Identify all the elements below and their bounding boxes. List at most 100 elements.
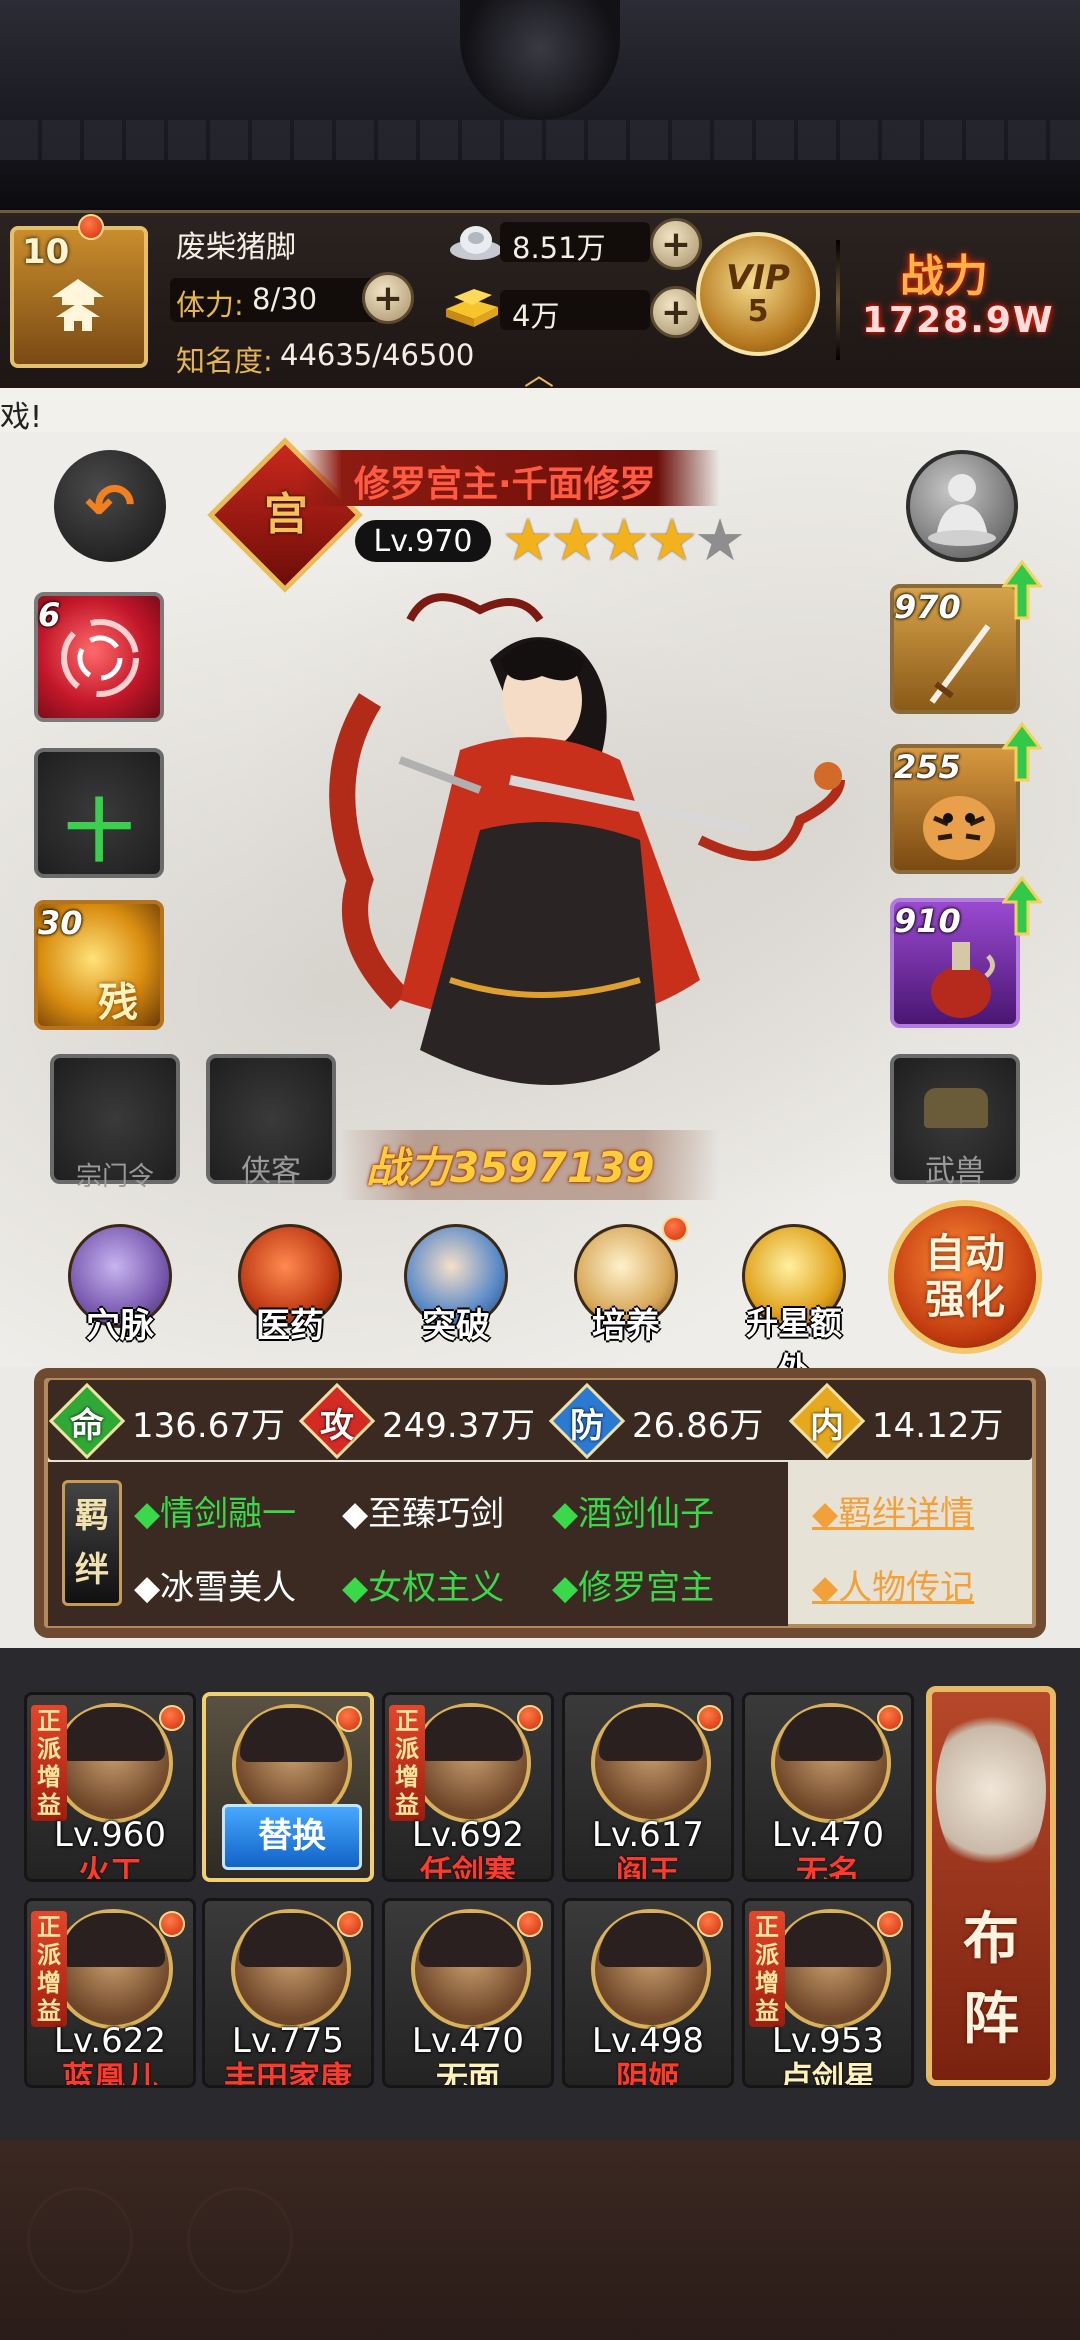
diamond-bullet-icon: ◆: [134, 1568, 161, 1608]
auto-enhance-button[interactable]: 自动强化: [888, 1200, 1042, 1354]
tiger-icon: [923, 796, 995, 860]
faction-buff-tag: 正派增益: [389, 1705, 425, 1821]
defense-value: 26.86万: [632, 1406, 764, 1446]
roster-name: 阴姬: [615, 2059, 680, 2088]
back-button[interactable]: ↶: [54, 450, 166, 562]
fame-value: 44635/46500: [280, 338, 475, 372]
announcement-text: 戏!: [0, 400, 43, 435]
roster-card[interactable]: Lv.775 丰田家康: [202, 1898, 374, 2088]
roster-name: 任剑寒: [419, 1853, 516, 1882]
notify-dot: [517, 1911, 543, 1937]
swirl-skill-icon: [61, 619, 139, 697]
add-gold-button[interactable]: +: [650, 286, 702, 338]
companion-label: 侠客: [241, 1154, 301, 1189]
meridian-button[interactable]: 穴脉: [60, 1224, 180, 1347]
roster-card[interactable]: Lv.470 无名: [742, 1692, 914, 1882]
roster-card[interactable]: Lv.498 阴姬: [562, 1898, 734, 2088]
roster-name: 无名: [795, 1853, 860, 1882]
star-up-button[interactable]: 升星额外: [734, 1224, 854, 1390]
skill-slot-1[interactable]: 6: [34, 592, 164, 722]
auto-enhance-label: 自动强化: [925, 1231, 1005, 1323]
roster-name: 无面: [435, 2059, 500, 2088]
stamina-label: 体力:: [176, 288, 244, 322]
silver-value: 8.51万: [512, 231, 606, 265]
hp-char: 命: [70, 1406, 104, 1446]
weapon-slot[interactable]: 970: [890, 584, 1020, 714]
upgrade-arrow-icon: [1002, 560, 1042, 620]
roster-card[interactable]: 替换: [202, 1692, 374, 1882]
roster-card[interactable]: Lv.617 阎王: [562, 1692, 734, 1882]
add-plus-icon: 十: [64, 793, 133, 872]
training-button[interactable]: 培养: [566, 1216, 688, 1347]
diamond-bullet-icon: ◆: [342, 1494, 369, 1534]
roster-name: 阎王: [615, 1853, 680, 1882]
diamond-bullet-icon: ◆: [812, 1494, 839, 1534]
treasure-slot[interactable]: 910: [890, 898, 1020, 1028]
bond-item[interactable]: ◆冰雪美人: [134, 1560, 296, 1609]
notify-dot: [697, 1911, 723, 1937]
skill-slot-3[interactable]: 30 残: [34, 900, 164, 1030]
sect-token-label: 宗门令: [75, 1162, 154, 1192]
notify-dot: [159, 1911, 185, 1937]
hero-name: 修罗宫主·千面修罗: [354, 464, 656, 505]
fragment-label: 残: [98, 980, 138, 1026]
bond-item[interactable]: ◆修罗宫主: [552, 1560, 714, 1609]
roster-card[interactable]: Lv.470 无面: [382, 1898, 554, 2088]
skill-slot-level: 30: [38, 904, 83, 942]
roster-grid: 正派增益 Lv.960 火工 替换 正派增益 Lv.692 任剑寒 Lv.617 阎王 Lv.47…: [0, 1648, 1080, 2140]
hero-battle-power: 战力3597139: [366, 1143, 655, 1192]
add-skill-slot[interactable]: 十: [34, 748, 164, 878]
hero-character-art: [329, 593, 845, 1085]
silver-icon: [450, 226, 502, 260]
defense-char: 防: [570, 1406, 604, 1446]
roster-card[interactable]: 正派增益 Lv.622 蓝凰儿: [24, 1898, 196, 2088]
diamond-bullet-icon: ◆: [342, 1568, 369, 1608]
training-label: 培养: [592, 1306, 660, 1346]
vip-badge[interactable]: VIP 5: [696, 232, 820, 356]
faction-buff-tag: 正派增益: [31, 1911, 67, 2027]
breakthrough-button[interactable]: 突破: [396, 1224, 516, 1347]
player-name: 废柴猪脚: [176, 230, 296, 265]
beast-label: 武兽: [925, 1154, 985, 1189]
roster-card[interactable]: 正派增益 Lv.692 任剑寒: [382, 1692, 554, 1882]
notify-dot: [159, 1705, 185, 1731]
bond-label: 酒剑仙子: [578, 1494, 715, 1534]
bond-item[interactable]: ◆酒剑仙子: [552, 1486, 714, 1535]
armor-slot[interactable]: 255: [890, 744, 1020, 874]
bond-label: 女权主义: [368, 1568, 505, 1608]
meditation-button[interactable]: [906, 450, 1018, 562]
announcement-bar: [0, 388, 1080, 432]
biography-link[interactable]: ◆人物传记: [812, 1560, 974, 1609]
roster-card[interactable]: 正派增益 Lv.960 火工: [24, 1692, 196, 1882]
swap-button[interactable]: 替换: [222, 1804, 362, 1870]
star-empty-icon: ★: [694, 506, 746, 574]
add-silver-button[interactable]: +: [650, 218, 702, 270]
formation-art: [936, 1700, 1046, 1880]
vip-label: VIP: [726, 258, 790, 298]
bond-label: 冰雪美人: [160, 1568, 297, 1608]
roster-name: 卢剑星: [779, 2059, 876, 2088]
bond-item[interactable]: ◆情剑融一: [134, 1486, 296, 1535]
notify-dot: [337, 1911, 363, 1937]
bond-seal: 羁绊: [62, 1480, 122, 1606]
meditation-figure-icon: [928, 474, 996, 546]
inner-char: 内: [810, 1406, 844, 1446]
roster-card[interactable]: 正派增益 Lv.953 卢剑星: [742, 1898, 914, 2088]
beast-slot[interactable]: 武兽: [890, 1054, 1020, 1189]
bond-detail-link[interactable]: ◆羁绊详情: [812, 1486, 974, 1535]
diamond-bullet-icon: ◆: [812, 1568, 839, 1608]
roster-name: 蓝凰儿: [61, 2059, 158, 2088]
bond-detail-label: 羁绊详情: [838, 1494, 975, 1534]
roster-name: 火工: [77, 1853, 142, 1882]
add-stamina-button[interactable]: +: [362, 272, 414, 324]
notify-dot: [517, 1705, 543, 1731]
sect-token-slot[interactable]: 宗门令: [50, 1054, 180, 1192]
avatar-notify-dot: [78, 214, 104, 240]
training-notify-dot: [662, 1216, 688, 1242]
medicine-button[interactable]: 医药: [230, 1224, 350, 1347]
attack-value: 249.37万: [382, 1406, 535, 1446]
faction-buff-tag: 正派增益: [749, 1911, 785, 2027]
bond-item[interactable]: ◆至臻巧剑: [342, 1486, 504, 1535]
bond-item[interactable]: ◆女权主义: [342, 1560, 504, 1609]
hero-level: Lv.970: [373, 524, 473, 559]
